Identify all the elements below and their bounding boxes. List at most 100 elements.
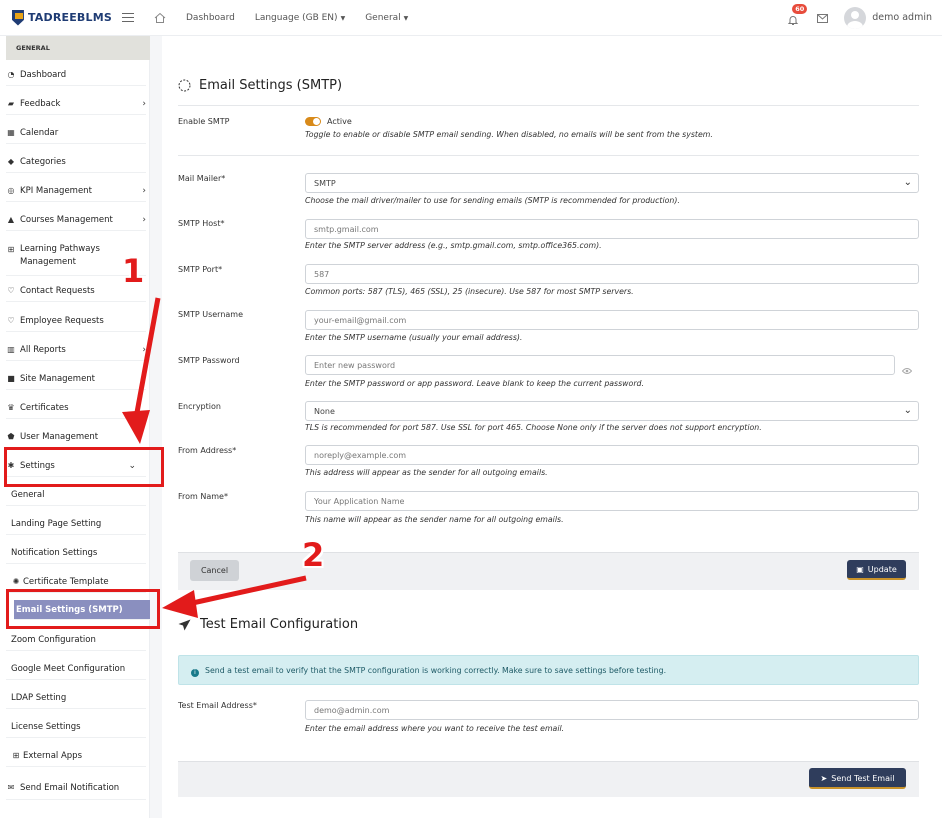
shield-icon: ⬟	[7, 432, 15, 441]
smtp-port-help: Common ports: 587 (TLS), 465 (SSL), 25 (…	[305, 287, 634, 296]
annotation-step-2: 2	[302, 536, 325, 574]
sidebar-sub-label: External Apps	[23, 750, 83, 761]
user-name[interactable]: demo admin	[872, 12, 932, 23]
smtp-host-help: Enter the SMTP server address (e.g., smt…	[305, 241, 602, 250]
notification-count-badge: 60	[792, 3, 808, 14]
sidebar-sub-general[interactable]: General	[6, 484, 146, 506]
enable-smtp-toggle[interactable]	[305, 117, 321, 126]
encryption-select[interactable]: None ⌄	[305, 401, 919, 421]
divider	[178, 155, 919, 156]
sidebar-item-send-email-notification[interactable]: ✉ Send Email Notification	[6, 776, 146, 800]
eye-icon[interactable]	[901, 360, 913, 379]
top-navbar: TADREEBLMS Dashboard Language (GB EN) ▼ G…	[0, 0, 942, 36]
handshake-icon: ♡	[7, 316, 15, 325]
sidebar-item-courses-management[interactable]: ▲ Courses Management ›	[6, 209, 146, 231]
notification-bell-icon[interactable]: 60	[787, 3, 808, 25]
smtp-username-input[interactable]: your-email@gmail.com	[305, 310, 919, 330]
sidebar-sub-label: Zoom Configuration	[11, 634, 96, 645]
sidebar-sub-license-settings[interactable]: License Settings	[6, 716, 146, 738]
sidebar-sub-notification-settings[interactable]: Notification Settings	[6, 542, 146, 564]
paper-plane-icon	[178, 619, 191, 630]
smtp-port-input[interactable]: 587	[305, 264, 919, 284]
mail-mailer-select[interactable]: SMTP ⌄	[305, 173, 919, 193]
sidebar-item-categories[interactable]: ◆ Categories	[6, 151, 146, 173]
smtp-username-placeholder: your-email@gmail.com	[314, 316, 407, 325]
from-name-input[interactable]: Your Application Name	[305, 491, 919, 511]
calendar-icon: ▦	[7, 128, 15, 137]
sidebar-item-label: Categories	[20, 156, 66, 167]
sidebar-sub-external-apps[interactable]: ⊞ External Apps	[6, 745, 146, 767]
sidebar-item-label: All Reports	[20, 344, 66, 355]
sidebar-item-employee-requests[interactable]: ♡ Employee Requests	[6, 310, 146, 332]
comments-icon: ▰	[7, 99, 15, 108]
chevron-right-icon: ›	[142, 344, 146, 355]
smtp-password-label: SMTP Password	[178, 356, 240, 365]
from-address-label: From Address*	[178, 446, 237, 455]
sidebar-sub-label: Certificate Template	[23, 576, 109, 587]
graduation-cap-icon: ▲	[7, 215, 15, 224]
sidebar-item-label: Courses Management	[20, 214, 113, 225]
sidebar-item-feedback[interactable]: ▰ Feedback ›	[6, 93, 146, 115]
sidebar-sub-zoom-configuration[interactable]: Zoom Configuration	[6, 629, 146, 651]
from-address-placeholder: noreply@example.com	[314, 451, 407, 460]
from-address-help: This address will appear as the sender f…	[305, 468, 548, 477]
smtp-password-input[interactable]: Enter new password	[305, 355, 895, 375]
smtp-form-footer	[178, 552, 919, 590]
nav-language[interactable]: Language (GB EN) ▼	[255, 13, 345, 23]
update-button-label: Update	[867, 565, 897, 574]
divider	[178, 105, 919, 106]
send-test-email-button[interactable]: ➤ Send Test Email	[809, 768, 906, 789]
test-email-footer	[178, 761, 919, 797]
cancel-button[interactable]: Cancel	[190, 560, 239, 581]
update-button[interactable]: ▣ Update	[847, 560, 906, 580]
sidebar-item-all-reports[interactable]: ▥ All Reports ›	[6, 339, 146, 361]
avatar[interactable]	[844, 6, 867, 29]
info-icon: i	[191, 669, 199, 677]
sidebar-sub-google-meet[interactable]: Google Meet Configuration	[6, 658, 146, 680]
mail-mailer-help: Choose the mail driver/mailer to use for…	[305, 196, 680, 205]
envelope-icon: ✉	[7, 783, 15, 792]
sidebar-item-dashboard[interactable]: ◔ Dashboard	[6, 64, 146, 86]
sidebar-item-kpi-management[interactable]: ◎ KPI Management ›	[6, 180, 146, 202]
test-email-info-alert: i Send a test email to verify that the SM…	[178, 655, 919, 685]
chevron-down-icon: ▼	[340, 14, 346, 22]
folder-icon: ■	[7, 374, 15, 383]
smtp-host-input[interactable]: smtp.gmail.com	[305, 219, 919, 239]
mail-mailer-label: Mail Mailer*	[178, 174, 226, 183]
encryption-label: Encryption	[178, 402, 221, 411]
sidebar-item-user-management[interactable]: ⬟ User Management	[6, 426, 146, 448]
menu-toggle-icon[interactable]	[122, 10, 134, 25]
chevron-right-icon: ›	[142, 185, 146, 196]
sidebar-item-label: Contact Requests	[20, 285, 95, 296]
sidebar-item-label: Feedback	[20, 98, 61, 109]
sidebar-item-site-management[interactable]: ■ Site Management ›	[6, 368, 146, 390]
nav-general-label: General	[365, 12, 401, 23]
spinner-icon	[178, 79, 191, 92]
from-name-help: This name will appear as the sender name…	[305, 515, 564, 524]
sidebar-sub-landing-page[interactable]: Landing Page Setting	[6, 513, 146, 535]
logo[interactable]: TADREEBLMS	[12, 9, 112, 26]
sidebar-item-label: Learning Pathways Management	[20, 244, 100, 267]
smtp-username-help: Enter the SMTP username (usually your em…	[305, 333, 523, 342]
enable-smtp-help: Toggle to enable or disable SMTP email s…	[305, 130, 713, 139]
home-icon[interactable]	[154, 12, 166, 24]
test-email-address-input[interactable]: demo@admin.com	[305, 700, 919, 720]
sidebar-sub-ldap[interactable]: LDAP Setting	[6, 687, 146, 709]
sidebar-item-label: Employee Requests	[20, 315, 104, 326]
sidebar-item-certificates[interactable]: ♛ Certificates	[6, 397, 146, 419]
nav-general[interactable]: General ▼	[365, 13, 408, 23]
paper-plane-icon: ➤	[820, 774, 828, 783]
annotation-box-email-settings	[6, 589, 160, 629]
mail-icon[interactable]	[817, 8, 829, 27]
test-email-info-text: Send a test email to verify that the SMT…	[205, 666, 667, 675]
sidebar-item-label: Dashboard	[20, 69, 67, 80]
nav-dashboard[interactable]: Dashboard	[186, 13, 235, 23]
smtp-host-label: SMTP Host*	[178, 219, 225, 228]
save-icon: ▣	[856, 565, 864, 574]
from-address-input[interactable]: noreply@example.com	[305, 445, 919, 465]
enable-smtp-label: Enable SMTP	[178, 117, 230, 126]
chevron-right-icon: ›	[142, 373, 146, 384]
sidebar-item-calendar[interactable]: ▦ Calendar	[6, 122, 146, 144]
chart-icon: ▥	[7, 345, 15, 354]
from-name-label: From Name*	[178, 492, 228, 501]
